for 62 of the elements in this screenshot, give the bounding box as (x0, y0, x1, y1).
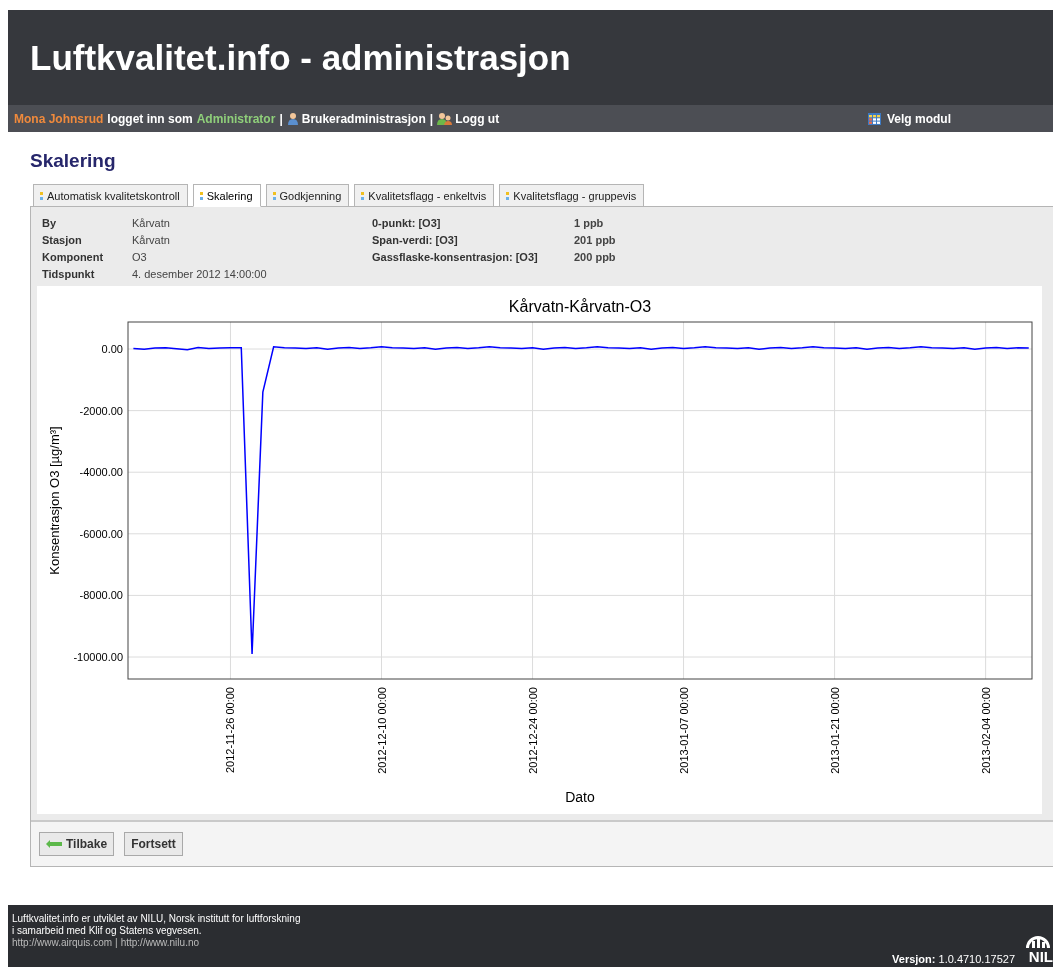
left-arrow-icon (46, 840, 62, 848)
footer-text: Luftkvalitet.info er utviklet av NILU, Norsk institutt for luftforskning (12, 913, 301, 924)
x-tick-label: 2013-01-21 00:00 (828, 687, 841, 774)
field-label: Gassflaske-konsentrasjon: [O3] (372, 251, 539, 263)
app-title: Luftkvalitet.info - administrasjon (30, 37, 571, 78)
module-link[interactable]: Velg modul (868, 111, 951, 126)
tab[interactable]: Skalering (192, 184, 261, 207)
footer-link[interactable]: http://www.airquis.com (12, 937, 113, 948)
tab[interactable]: Godkjenning (265, 184, 350, 206)
table-icon (868, 112, 881, 125)
nav-link[interactable]: Brukeradministrasjon (286, 111, 426, 126)
back-button[interactable]: Tilbake (39, 832, 115, 856)
tab-icon (40, 191, 43, 200)
x-tick-label: 2013-01-07 00:00 (677, 687, 690, 774)
separator: | (279, 111, 283, 126)
tab[interactable]: Kvalitetsflagg - gruppevis (499, 184, 645, 206)
page-title: Skalering (30, 150, 117, 172)
field-label: Komponent (42, 251, 105, 263)
user-name: Mona Johnsrud (14, 111, 104, 126)
field-label: Span-verdi: [O3] (372, 234, 459, 246)
version-text: Versjon: 1.0.4710.17527 (892, 953, 1015, 965)
y-tick-label: -8000.00 (79, 589, 123, 602)
field-value: O3 (132, 251, 148, 263)
logo-text: NIL (1028, 948, 1053, 965)
field-value: Kårvatn (132, 234, 171, 246)
y-tick-label: -10000.00 (73, 651, 123, 663)
field-value: Kårvatn (132, 217, 171, 229)
y-tick-label: -6000.00 (79, 527, 123, 540)
tab-icon (361, 191, 365, 200)
footer-link[interactable]: http://www.nilu.no (120, 937, 200, 948)
separator: | (115, 937, 118, 948)
tab-icon (199, 191, 203, 200)
continue-button[interactable]: Fortsett (124, 832, 183, 856)
field-label: By (42, 217, 58, 229)
tab[interactable]: Automatisk kvalitetskontroll (33, 184, 188, 206)
x-tick-label: 2012-11-26 00:00 (224, 687, 237, 774)
tab-icon (272, 191, 276, 200)
chart-title: Kårvatn-Kårvatn-O3 (508, 298, 652, 315)
tab-icon (506, 191, 510, 200)
y-tick-label: -4000.00 (79, 466, 123, 479)
y-axis-label: Konsentrasjon O3 [µg/m³] (47, 426, 62, 575)
field-value: 201 ppb (574, 234, 617, 246)
y-tick-label: 0.00 (101, 343, 123, 355)
field-value: 1 ppb (574, 217, 605, 229)
field-label: Tidspunkt (42, 268, 96, 280)
footer-text: i samarbeid med Klif og Statens vegvesen. (12, 925, 203, 936)
tab[interactable]: Kvalitetsflagg - enkeltvis (354, 184, 495, 206)
field-value: 4. desember 2012 14:00:00 (132, 268, 268, 280)
x-tick-label: 2012-12-10 00:00 (375, 687, 388, 774)
field-label: 0-punkt: [O3] (372, 217, 442, 229)
nav-link[interactable]: Logg ut (437, 111, 500, 126)
x-tick-label: 2012-12-24 00:00 (526, 687, 539, 774)
logged-in-text: logget inn som (107, 111, 193, 126)
x-axis-label: Dato (565, 789, 595, 805)
y-tick-label: -2000.00 (79, 404, 123, 417)
separator: | (429, 111, 434, 126)
field-value: 200 ppb (574, 251, 617, 263)
field-label: Stasjon (42, 234, 83, 246)
person-icon (286, 112, 299, 125)
role-text: Administrator (196, 111, 276, 126)
x-tick-label: 2013-02-04 00:00 (979, 687, 992, 774)
people-icon (437, 112, 453, 125)
